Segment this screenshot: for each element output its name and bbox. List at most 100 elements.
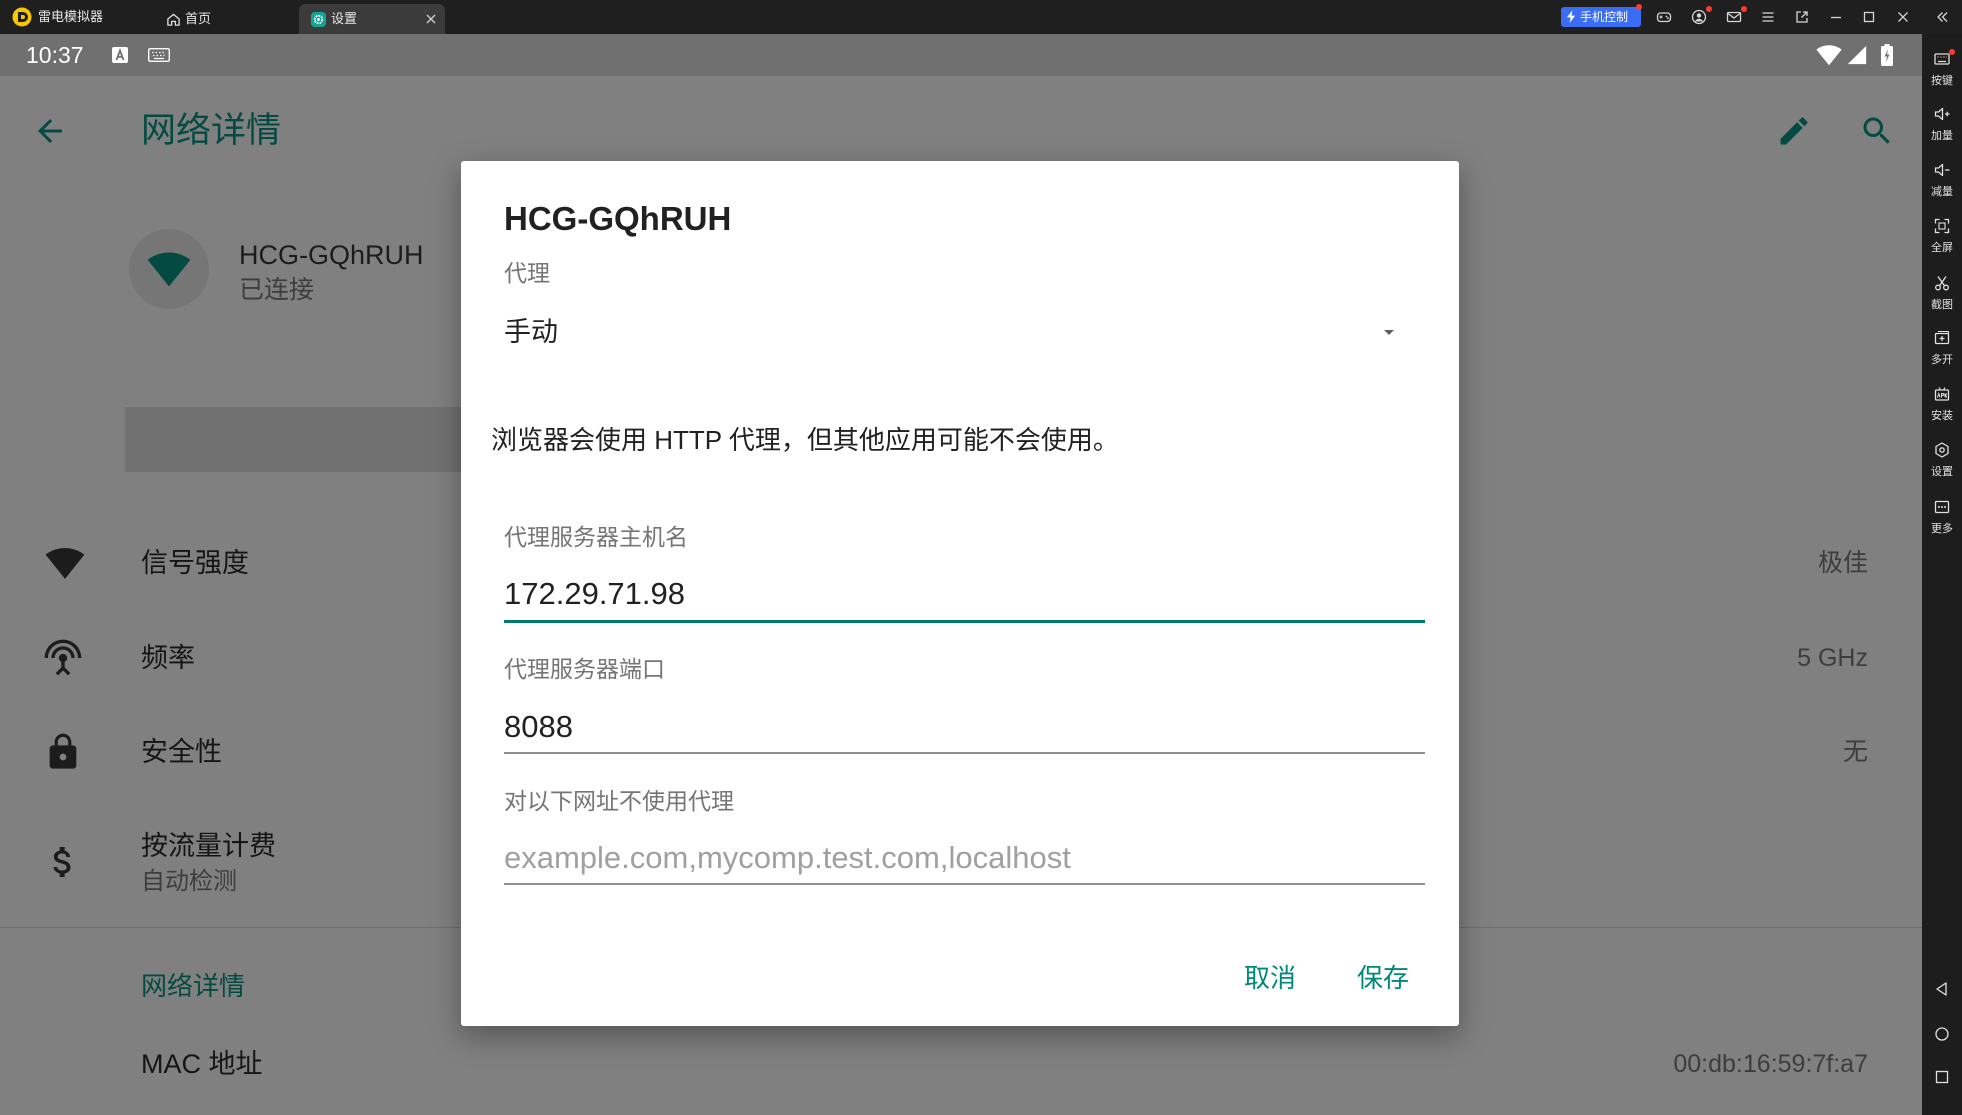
bypass-label: 对以下网址不使用代理 (504, 788, 734, 814)
close-window-icon[interactable] (1895, 9, 1911, 25)
row-value: 极佳 (1817, 549, 1868, 577)
row-sublabel: 自动检测 (141, 868, 237, 895)
phone-control-button[interactable]: 手机控制 (1561, 7, 1641, 27)
mail-icon[interactable] (1726, 9, 1742, 25)
emulator-sidebar: 按键 加量 减量 全屏 截图 多开 安装 设置 更多 (1922, 34, 1962, 1115)
menu-icon[interactable] (1760, 9, 1776, 25)
android-recents-icon[interactable] (1933, 1068, 1951, 1086)
gear-icon (311, 12, 326, 27)
proxy-settings-dialog: HCG-GQhRUH 代理 手动 浏览器会使用 HTTP 代理，但其他应用可能不… (461, 161, 1459, 1026)
apk-install-icon (1933, 385, 1951, 403)
back-arrow-icon[interactable] (32, 113, 68, 149)
android-status-bar: 10:37 (0, 34, 1922, 76)
row-value: 无 (1842, 738, 1868, 766)
dropdown-arrow-icon (1377, 320, 1401, 344)
more-icon (1933, 498, 1951, 516)
proxy-port-input[interactable] (504, 707, 1425, 747)
multi-instance-icon (1933, 329, 1951, 347)
sidebar-item-settings[interactable]: 设置 (1922, 441, 1962, 487)
network-ssid: HCG-GQhRUH (239, 240, 424, 270)
search-icon[interactable] (1859, 113, 1895, 149)
dollar-icon (43, 842, 83, 882)
fullscreen-icon (1933, 217, 1951, 235)
collapse-sidebar-icon[interactable] (1934, 9, 1950, 25)
proxy-hostname-input[interactable] (504, 574, 1425, 614)
wifi-icon (147, 247, 191, 291)
popout-window-icon[interactable] (1794, 9, 1810, 25)
battery-charging-icon (1881, 44, 1893, 66)
volume-up-icon (1933, 105, 1951, 123)
sidebar-item-keymap[interactable]: 按键 (1922, 49, 1962, 96)
emulator-title-bar: 雷电模拟器 首页 设置 手机控制 (0, 0, 1962, 34)
sidebar-label: 更多 (1931, 523, 1953, 535)
sidebar-label: 全屏 (1931, 242, 1953, 254)
proxy-mode-dropdown[interactable]: 手动 (504, 312, 1425, 352)
row-label: 安全性 (141, 737, 222, 767)
app-name[interactable]: 雷电模拟器 (38, 0, 103, 34)
section-header: 网络详情 (141, 971, 246, 1001)
sidebar-label: 截图 (1931, 299, 1953, 311)
page-title: 网络详情 (141, 111, 282, 150)
sidebar-label: 设置 (1931, 466, 1953, 478)
notification-dot (1636, 4, 1642, 10)
hostname-label: 代理服务器主机名 (504, 524, 688, 550)
row-value: 00:db:16:59:7f:a7 (1673, 1050, 1868, 1078)
user-icon[interactable] (1691, 9, 1707, 25)
notification-dot (1949, 49, 1955, 55)
app-logo-icon (12, 7, 32, 27)
sidebar-item-screenshot[interactable]: 截图 (1922, 274, 1962, 320)
edit-pencil-icon[interactable] (1776, 113, 1812, 149)
scissors-icon (1933, 274, 1951, 292)
settings-icon (1933, 441, 1951, 459)
sidebar-item-install[interactable]: 安装 (1922, 385, 1962, 431)
notification-dot (1706, 6, 1712, 12)
port-underline (504, 752, 1425, 754)
tab-label: 设置 (331, 11, 358, 26)
sidebar-item-volume-up[interactable]: 加量 (1922, 105, 1962, 151)
keyboard-notification-icon (148, 48, 170, 62)
hostname-underline (504, 620, 1425, 623)
sidebar-label: 多开 (1931, 354, 1953, 366)
bypass-underline (504, 883, 1425, 885)
volume-down-icon (1933, 161, 1951, 179)
sidebar-label: 按键 (1931, 75, 1953, 87)
gamepad-icon[interactable] (1656, 9, 1672, 25)
sidebar-item-more[interactable]: 更多 (1922, 498, 1962, 544)
port-label: 代理服务器端口 (504, 656, 665, 682)
home-icon (166, 12, 181, 27)
save-button[interactable]: 保存 (1343, 954, 1423, 1002)
android-home-icon[interactable] (1933, 1025, 1951, 1043)
row-label: 信号强度 (141, 548, 249, 578)
row-label: MAC 地址 (141, 1049, 263, 1079)
maximize-icon[interactable] (1861, 9, 1877, 25)
row-value: 5 GHz (1797, 644, 1868, 672)
row-label: 按流量计费 (141, 831, 276, 861)
tab-home[interactable]: 首页 (158, 4, 288, 34)
cell-signal-icon (1846, 44, 1868, 66)
close-tab-icon[interactable] (425, 13, 437, 25)
lightning-icon (1566, 10, 1577, 23)
proxy-label: 代理 (504, 260, 550, 286)
wifi-status-icon (1816, 42, 1842, 68)
tab-settings[interactable]: 设置 (299, 4, 445, 34)
sidebar-item-multi-instance[interactable]: 多开 (1922, 329, 1962, 375)
wifi-signal-icon (45, 543, 85, 583)
proxy-mode-value: 手动 (504, 317, 558, 347)
cancel-button[interactable]: 取消 (1230, 954, 1310, 1002)
lock-icon (43, 732, 83, 772)
sidebar-item-fullscreen[interactable]: 全屏 (1922, 217, 1962, 263)
tab-label: 首页 (185, 11, 212, 26)
a-notification-icon (112, 47, 128, 63)
proxy-bypass-input[interactable] (504, 838, 1425, 878)
antenna-icon (43, 638, 83, 678)
minimize-icon[interactable] (1828, 9, 1844, 25)
network-status: 已连接 (239, 276, 315, 304)
network-avatar (129, 229, 209, 309)
notification-dot (1741, 6, 1747, 12)
sidebar-item-volume-down[interactable]: 减量 (1922, 161, 1962, 207)
proxy-info-text: 浏览器会使用 HTTP 代理，但其他应用可能不会使用。 (491, 425, 1119, 455)
android-back-icon[interactable] (1933, 980, 1951, 998)
phone-control-label: 手机控制 (1580, 10, 1629, 24)
sidebar-label: 安装 (1931, 410, 1953, 422)
row-label: 频率 (141, 643, 195, 673)
